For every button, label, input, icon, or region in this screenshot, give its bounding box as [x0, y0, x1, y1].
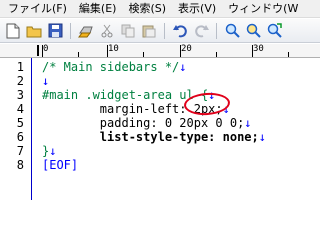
- code-line: /* Main sidebars */↓: [42, 60, 187, 74]
- code-line: [EOF]: [42, 158, 78, 172]
- eol-marker: ↓: [244, 116, 252, 130]
- menu-bar: ファイル(F) 編集(E) 検索(S) 表示(V) ウィンドウ(W: [0, 0, 320, 18]
- cut-icon[interactable]: [98, 22, 116, 40]
- print-icon[interactable]: [77, 22, 95, 40]
- eol-marker: ↓: [179, 60, 187, 74]
- copy-icon[interactable]: [119, 22, 137, 40]
- line-number: 2: [16, 74, 24, 88]
- toolbar-separator: [164, 22, 165, 39]
- eof-marker: [EOF]: [42, 158, 79, 172]
- ruler-label: 20: [181, 44, 192, 54]
- eol-marker: ↓: [49, 144, 57, 158]
- ruler-label: 30: [253, 44, 264, 54]
- line-number: 7: [16, 144, 24, 158]
- code-line: list-style-type: none;↓: [42, 130, 266, 144]
- ruler-tick: [288, 52, 289, 57]
- code-line: ↓: [42, 74, 49, 88]
- ruler-tick: [107, 45, 108, 57]
- code-text: list-style-type: none;: [42, 130, 259, 144]
- ruler-tick: [78, 52, 79, 57]
- toolbar: [0, 19, 320, 43]
- toolbar-separator: [216, 22, 217, 39]
- undo-icon[interactable]: [171, 22, 189, 40]
- ruler-cursor-marker: [37, 45, 39, 56]
- ruler-tick: [143, 52, 144, 57]
- line-number: 6: [16, 130, 24, 144]
- new-file-icon[interactable]: [4, 22, 22, 40]
- line-number: 3: [16, 88, 24, 102]
- line-number: 4: [16, 102, 24, 116]
- ruler-label: 10: [108, 44, 119, 54]
- save-icon[interactable]: [46, 22, 64, 40]
- find-icon[interactable]: [223, 22, 241, 40]
- paste-icon[interactable]: [140, 22, 158, 40]
- find-next-icon[interactable]: [244, 22, 262, 40]
- ruler-tick: [216, 52, 217, 57]
- menu-file[interactable]: ファイル(F): [2, 0, 73, 17]
- code-text: padding: 0 20px 0 0;: [42, 116, 245, 130]
- code-line: }↓: [42, 144, 56, 158]
- eol-marker: ↓: [42, 74, 50, 88]
- menu-edit[interactable]: 編集(E): [73, 0, 123, 17]
- line-number: 5: [16, 116, 24, 130]
- replace-icon[interactable]: [265, 22, 283, 40]
- eol-marker: ↓: [258, 130, 266, 144]
- open-folder-icon[interactable]: [25, 22, 43, 40]
- line-number: 1: [16, 60, 24, 74]
- menu-view[interactable]: 表示(V): [172, 0, 222, 17]
- ruler-tick: [252, 45, 253, 57]
- code-editor[interactable]: 1 2 3 4 5 6 7 8 /* Main sidebars */↓ ↓ #…: [0, 58, 320, 200]
- toolbar-separator: [70, 22, 71, 39]
- code-text: #main .widget-area ul {: [42, 88, 209, 102]
- ruler: 0 10 20 30: [0, 44, 320, 58]
- line-number: 8: [16, 158, 24, 172]
- line-number-gutter: 1 2 3 4 5 6 7 8: [0, 58, 32, 200]
- redo-icon[interactable]: [192, 22, 210, 40]
- ruler-label: 0: [43, 44, 49, 54]
- code-text: /* Main sidebars */: [42, 60, 180, 74]
- menu-window[interactable]: ウィンドウ(W: [222, 0, 304, 17]
- code-line: padding: 0 20px 0 0;↓: [42, 116, 252, 130]
- ruler-tick: [180, 45, 181, 57]
- ruler-tick: [42, 45, 43, 57]
- menu-search[interactable]: 検索(S): [122, 0, 172, 17]
